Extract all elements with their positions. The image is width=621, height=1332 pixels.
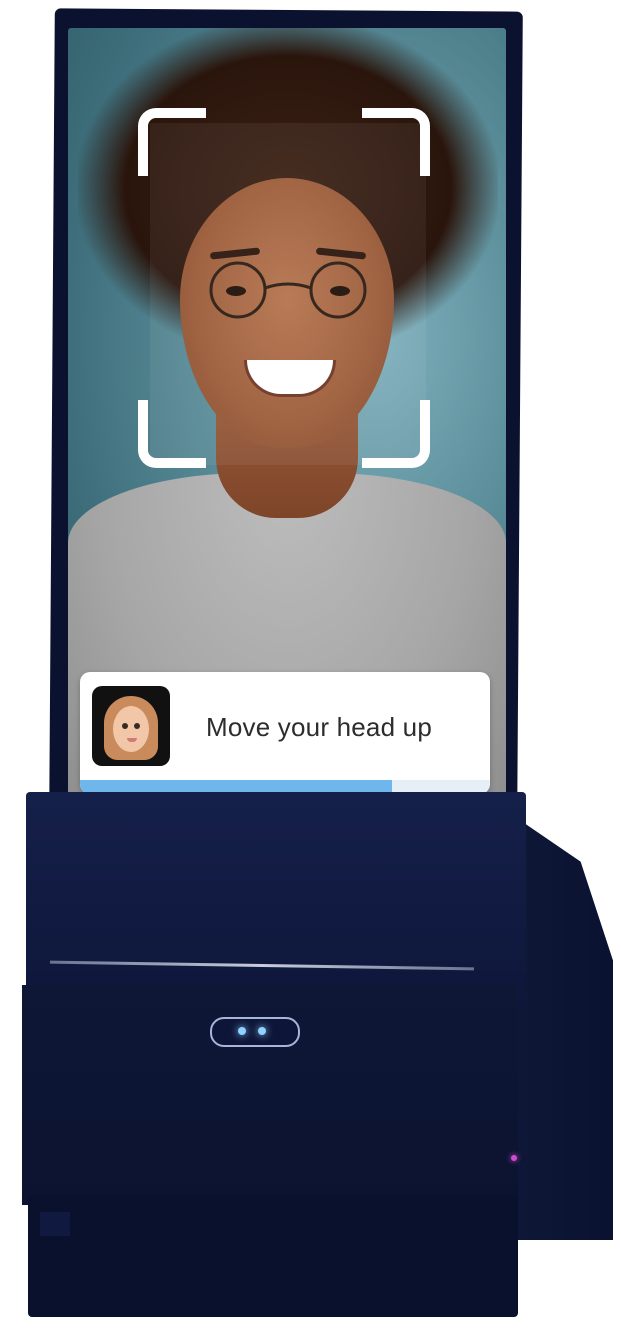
camera-sensor-icon	[210, 1017, 300, 1047]
scan-frame-corner-top-right	[362, 108, 430, 176]
sensor-led	[238, 1027, 246, 1035]
kiosk-base-step	[40, 1212, 70, 1236]
kiosk-base-upper	[26, 792, 526, 1007]
scan-frame-corner-bottom-left	[138, 400, 206, 468]
sensor-led	[258, 1027, 266, 1035]
instruction-card: Move your head up	[80, 672, 490, 794]
scan-frame-corner-bottom-right	[362, 400, 430, 468]
status-indicator-light	[511, 1155, 517, 1161]
memoji-avatar-icon	[92, 686, 170, 766]
instruction-text: Move your head up	[206, 712, 432, 742]
kiosk-base-foot	[28, 1195, 518, 1317]
scan-frame-corner-top-left	[138, 108, 206, 176]
